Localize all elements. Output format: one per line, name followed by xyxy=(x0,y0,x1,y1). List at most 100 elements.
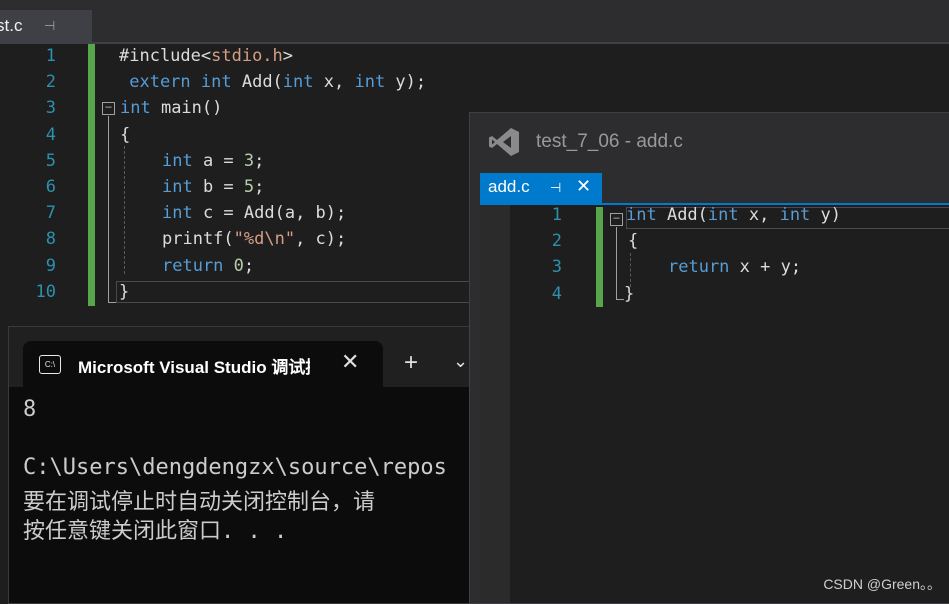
line-number: 4 xyxy=(45,124,56,145)
line-number: 1 xyxy=(551,205,562,225)
console-output-line: 按任意键关闭此窗口. . . xyxy=(23,519,288,544)
code-token: #include< xyxy=(119,46,212,66)
tab-label: st.c xyxy=(0,16,23,35)
code-line[interactable]: extern int Add(int x, int y); xyxy=(119,72,426,92)
close-icon[interactable]: ✕ xyxy=(576,176,591,197)
pin-icon[interactable]: ⊣ xyxy=(550,180,561,196)
code-token: 5 xyxy=(243,177,255,197)
watermark: CSDN @Green。。 xyxy=(823,576,941,592)
code-token: x, xyxy=(748,205,780,225)
code-token: "%d\n" xyxy=(233,229,296,250)
code-token: int xyxy=(120,98,161,119)
code-line[interactable]: printf("%d\n", c); xyxy=(162,229,346,249)
outline-guide xyxy=(108,116,109,302)
pin-icon[interactable]: ⊣ xyxy=(44,18,55,34)
code-token: printf( xyxy=(162,229,234,250)
line-number: 6 xyxy=(45,177,56,197)
console-output-line: C:\Users\dengdengzx\source\repos xyxy=(23,455,447,480)
outline-guide-end xyxy=(616,299,624,300)
line-number: 3 xyxy=(45,98,56,119)
code-token: { xyxy=(120,124,131,145)
code-token: 0 xyxy=(233,255,244,276)
indent-guide xyxy=(630,253,631,287)
console-title: Microsoft Visual Studio 调试控制台 xyxy=(78,358,310,377)
line-number: 9 xyxy=(45,255,56,276)
collapse-toggle-icon[interactable]: − xyxy=(102,101,115,115)
code-token: return xyxy=(668,257,740,278)
code-token: c = Add(a, b); xyxy=(202,203,347,224)
code-token: int xyxy=(162,177,203,197)
change-tracking-bar xyxy=(596,207,603,307)
main-tab-strip: st.c ⊣ xyxy=(0,0,949,44)
line-number: 10 xyxy=(35,281,56,302)
code-token: ; xyxy=(243,255,255,276)
code-token: 3 xyxy=(243,150,255,171)
code-token: int xyxy=(200,72,242,93)
console-tab[interactable]: C:\ Microsoft Visual Studio 调试控制台 ✕ xyxy=(23,341,383,387)
code-token: a = xyxy=(202,150,244,171)
code-token: b = xyxy=(202,177,244,197)
terminal-icon: C:\ xyxy=(39,355,61,374)
current-line-highlight xyxy=(116,281,478,303)
collapse-toggle-icon[interactable]: − xyxy=(610,212,623,226)
code-token: ; xyxy=(254,177,265,197)
line-number: 1 xyxy=(45,46,56,66)
code-token: > xyxy=(282,46,294,66)
change-tracking-bar xyxy=(88,44,95,306)
tab-add-c[interactable]: add.c ⊣ ✕ xyxy=(480,173,602,203)
code-token: int xyxy=(626,205,667,225)
code-token: y); xyxy=(395,72,427,93)
code-line[interactable]: return 0; xyxy=(162,256,254,276)
code-line[interactable]: } xyxy=(119,282,129,302)
code-token: ; xyxy=(254,150,265,171)
code-line[interactable]: int main() xyxy=(120,98,222,118)
code-line[interactable]: #include<stdio.h> xyxy=(119,46,293,66)
line-number: 4 xyxy=(551,283,562,304)
code-token: } xyxy=(624,283,635,304)
debug-console-window[interactable]: C:\ Microsoft Visual Studio 调试控制台 ✕ + ⌄ … xyxy=(8,326,480,604)
line-number: 2 xyxy=(551,231,562,252)
outline-guide xyxy=(616,227,617,299)
line-number: 3 xyxy=(551,257,562,278)
code-token: } xyxy=(119,281,130,302)
code-token: main() xyxy=(160,98,223,119)
tab-test-c[interactable]: st.c ⊣ xyxy=(0,10,92,42)
line-number: 7 xyxy=(45,203,56,224)
plus-icon[interactable]: + xyxy=(404,349,418,377)
chevron-down-icon[interactable]: ⌄ xyxy=(453,351,468,372)
code-line[interactable]: int c = Add(a, b); xyxy=(162,203,346,223)
code-line[interactable]: return x + y; xyxy=(668,257,801,277)
code-token: , c); xyxy=(295,229,347,250)
code-token: int xyxy=(162,203,203,224)
close-icon[interactable]: ✕ xyxy=(341,349,359,375)
visual-studio-logo-icon xyxy=(489,128,519,156)
console-tab-bar: C:\ Microsoft Visual Studio 调试控制台 ✕ + ⌄ xyxy=(9,327,479,387)
line-number: 8 xyxy=(45,229,56,250)
code-token: int xyxy=(779,205,821,225)
add-code-editor[interactable]: − 1 2 3 4 int Add(int x, int y){return x + y… xyxy=(480,205,949,603)
code-token: Add( xyxy=(241,72,283,93)
indent-guide xyxy=(124,146,125,274)
code-line[interactable]: int a = 3; xyxy=(162,151,264,171)
code-token: x + y; xyxy=(739,257,802,278)
line-number: 5 xyxy=(45,150,56,171)
code-line[interactable]: { xyxy=(628,231,638,251)
code-line[interactable]: int b = 5; xyxy=(162,177,264,197)
add-c-editor-window[interactable]: test_7_06 - add.c add.c ⊣ ✕ − 1 2 3 4 int Ad… xyxy=(469,112,949,604)
code-line[interactable]: } xyxy=(624,284,634,304)
code-token: int xyxy=(282,72,324,93)
code-line[interactable]: int Add(int x, int y) xyxy=(626,205,841,225)
console-output-line: 要在调试停止时自动关闭控制台，请 xyxy=(23,490,376,515)
tab-label: add.c xyxy=(488,177,530,196)
code-token: return xyxy=(162,255,234,276)
code-token: Add( xyxy=(666,205,708,225)
code-token: int xyxy=(354,72,396,93)
outline-guide-end xyxy=(108,302,116,303)
code-token: y) xyxy=(820,205,842,225)
code-token: int xyxy=(162,150,203,171)
code-token: int xyxy=(707,205,749,225)
code-token: extern xyxy=(119,72,201,93)
code-token: x, xyxy=(323,72,355,93)
code-token: { xyxy=(628,231,639,252)
code-line[interactable]: { xyxy=(120,125,130,145)
